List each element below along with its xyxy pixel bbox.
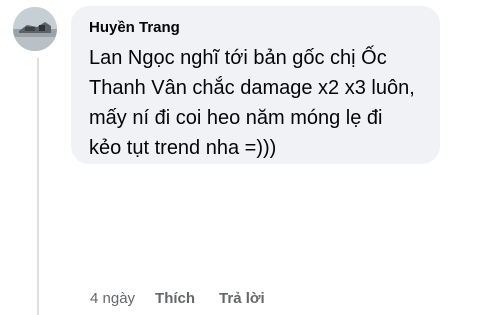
reply-thread-line bbox=[37, 58, 39, 315]
like-button[interactable]: Thích bbox=[155, 288, 195, 310]
comment-bubble: Huyền Trang Lan Ngọc nghĩ tới bản gốc ch… bbox=[71, 6, 440, 164]
comment-text: Lan Ngọc nghĩ tới bản gốc chị Ốc Thanh V… bbox=[89, 47, 415, 159]
comment-timestamp[interactable]: 4 ngày bbox=[90, 288, 135, 310]
reply-button[interactable]: Trả lời bbox=[219, 288, 265, 310]
comment-author[interactable]: Huyền Trang bbox=[89, 17, 428, 39]
profile-photo-icon bbox=[13, 7, 57, 51]
comment-container: Huyền Trang Lan Ngọc nghĩ tới bản gốc ch… bbox=[0, 0, 500, 315]
avatar[interactable] bbox=[13, 7, 57, 51]
comment-actions: 4 ngày Thích Trả lời bbox=[90, 288, 265, 310]
